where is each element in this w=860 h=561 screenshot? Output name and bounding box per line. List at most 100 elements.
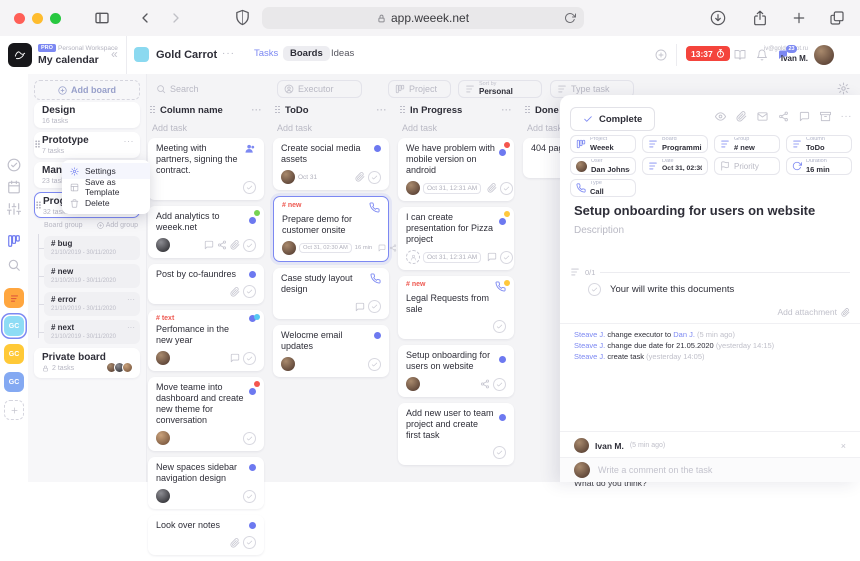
column-header[interactable]: In Progress ··· bbox=[398, 103, 514, 117]
add-attachment-button[interactable]: Add attachment bbox=[777, 307, 850, 317]
complete-check-icon[interactable] bbox=[243, 181, 256, 194]
board-settings-icon[interactable] bbox=[837, 82, 850, 95]
unassigned-avatar-icon[interactable] bbox=[406, 250, 420, 264]
subtask-item[interactable]: Your will write this documents bbox=[588, 283, 734, 296]
complete-check-icon[interactable] bbox=[243, 285, 256, 298]
workspace-avatar-yellow[interactable]: GC bbox=[4, 344, 24, 364]
close-icon[interactable]: × bbox=[841, 441, 846, 451]
filters-sliders-icon[interactable] bbox=[7, 202, 21, 216]
knowledge-base-icon[interactable] bbox=[734, 49, 746, 61]
subtasks-icon[interactable] bbox=[570, 267, 580, 277]
workspace-avatar-cyan[interactable]: GC bbox=[4, 316, 24, 336]
complete-task-button[interactable]: Complete bbox=[570, 107, 655, 131]
group-more-icon[interactable]: ··· bbox=[127, 323, 135, 332]
task-card[interactable]: Setup onboarding for users on website bbox=[398, 345, 514, 397]
boards-icon[interactable] bbox=[7, 234, 21, 248]
group-more-icon[interactable]: ··· bbox=[127, 295, 135, 304]
share-page-icon[interactable] bbox=[752, 10, 768, 26]
add-board-button[interactable]: Add board bbox=[34, 80, 140, 100]
comment-icon[interactable] bbox=[378, 244, 386, 252]
task-card[interactable]: Look over notes bbox=[148, 515, 264, 555]
workspace-avatar-blue[interactable]: GC bbox=[4, 372, 24, 392]
my-calendar-label[interactable]: My calendar bbox=[38, 54, 99, 66]
drag-handle-icon[interactable] bbox=[36, 201, 41, 209]
task-card[interactable]: Add new user to team project and create … bbox=[398, 403, 514, 465]
tab-overview-icon[interactable] bbox=[829, 10, 845, 26]
share-icon[interactable] bbox=[778, 111, 789, 122]
collapse-sidebar-icon[interactable]: « bbox=[111, 47, 118, 61]
complete-check-icon[interactable] bbox=[493, 378, 506, 391]
complete-check-icon[interactable] bbox=[243, 239, 256, 252]
add-group-button[interactable]: Add group bbox=[97, 222, 138, 229]
archive-icon[interactable] bbox=[820, 111, 831, 122]
zoom-window-button[interactable] bbox=[50, 13, 61, 24]
field-group[interactable]: Group # new bbox=[714, 135, 780, 153]
tab-tasks[interactable]: Tasks bbox=[254, 48, 278, 59]
task-card[interactable]: I can create presentation for Pizza proj… bbox=[398, 207, 514, 270]
board-more-icon[interactable]: ··· bbox=[124, 136, 135, 146]
project-more-icon[interactable]: ··· bbox=[222, 48, 235, 59]
complete-check-icon[interactable] bbox=[243, 536, 256, 549]
new-tab-icon[interactable] bbox=[791, 10, 807, 26]
whats-new-icon[interactable] bbox=[4, 288, 24, 308]
comments-icon[interactable] bbox=[799, 111, 810, 122]
task-card[interactable]: Post by co-faundres bbox=[148, 264, 264, 304]
reload-icon[interactable] bbox=[564, 12, 576, 24]
complete-check-icon[interactable] bbox=[368, 300, 381, 313]
menu-item-save-as-template[interactable]: Save as Template bbox=[62, 179, 150, 195]
add-workspace-button[interactable] bbox=[4, 400, 24, 420]
drag-handle-icon[interactable] bbox=[525, 106, 531, 115]
timer-badge[interactable]: 13:37 bbox=[686, 46, 730, 61]
field-priority[interactable]: Priority bbox=[714, 157, 780, 175]
task-card[interactable]: # new Legal Requests from sale bbox=[398, 276, 514, 339]
task-card[interactable]: Welocme email updates bbox=[273, 325, 389, 377]
drag-handle-icon[interactable] bbox=[150, 106, 156, 115]
task-card[interactable]: Meeting with partners, signing the contr… bbox=[148, 138, 264, 200]
complete-check-icon[interactable] bbox=[500, 182, 513, 195]
field-user[interactable]: User Dan Johnson bbox=[570, 157, 636, 175]
field-duration[interactable]: Duration 16 min bbox=[786, 157, 852, 175]
privacy-shield-icon[interactable] bbox=[234, 9, 251, 26]
task-card[interactable]: We have problem with mobile version on a… bbox=[398, 138, 514, 201]
add-member-icon[interactable] bbox=[655, 49, 667, 61]
group-item-bug[interactable]: # bug 21/10/2019 - 30/11/2020 bbox=[44, 236, 140, 260]
board-item-design[interactable]: Design 16 tasks bbox=[34, 102, 140, 128]
board-item-prototype[interactable]: Prototype 7 tasks ··· bbox=[34, 132, 140, 158]
sort-by-select[interactable]: Sort by Personal bbox=[458, 80, 542, 98]
subtask-check-icon[interactable] bbox=[588, 283, 601, 296]
forward-icon[interactable] bbox=[168, 10, 184, 26]
search-icon[interactable] bbox=[7, 258, 21, 272]
column-more-icon[interactable]: ··· bbox=[252, 105, 263, 115]
complete-check-icon[interactable] bbox=[500, 251, 513, 264]
task-detail-title[interactable]: Setup onboarding for users on website bbox=[574, 203, 815, 218]
task-card[interactable]: New spaces sidebar navigation design bbox=[148, 457, 264, 509]
comment-icon[interactable] bbox=[355, 302, 365, 312]
add-task-input[interactable]: Add task bbox=[273, 117, 389, 138]
group-item-next[interactable]: # next 21/10/2019 - 30/11/2020 ··· bbox=[44, 320, 140, 344]
complete-check-icon[interactable] bbox=[243, 490, 256, 503]
watch-task-icon[interactable] bbox=[715, 111, 726, 122]
field-date[interactable]: Date Oct 31, 02:30 AM bbox=[642, 157, 708, 175]
comment-input[interactable]: Write a comment on the task bbox=[560, 457, 860, 482]
task-card[interactable]: # text Perfomance in the new year bbox=[148, 310, 264, 371]
workspace-logo[interactable] bbox=[8, 43, 32, 67]
complete-check-icon[interactable] bbox=[368, 171, 381, 184]
more-icon[interactable]: ··· bbox=[841, 111, 853, 122]
group-item-new[interactable]: # new 21/10/2019 - 30/11/2020 bbox=[44, 264, 140, 288]
column-more-icon[interactable]: ··· bbox=[502, 105, 513, 115]
add-task-input[interactable]: Add task bbox=[148, 117, 264, 138]
complete-check-icon[interactable] bbox=[243, 432, 256, 445]
drag-handle-icon[interactable] bbox=[400, 106, 406, 115]
executor-filter[interactable]: Executor bbox=[277, 80, 362, 98]
field-column[interactable]: Column ToDo bbox=[786, 135, 852, 153]
tab-boards[interactable]: Boards bbox=[283, 46, 330, 61]
attach-icon[interactable] bbox=[230, 538, 240, 548]
field-board[interactable]: Board Programming bbox=[642, 135, 708, 153]
attach-icon[interactable] bbox=[355, 172, 365, 182]
board-item-private[interactable]: Private board 2 tasks bbox=[34, 348, 140, 378]
user-avatar[interactable] bbox=[814, 45, 834, 65]
task-card-selected[interactable]: # new Prepare demo for customer onsite O… bbox=[273, 196, 389, 262]
complete-check-icon[interactable] bbox=[493, 320, 506, 333]
task-card[interactable]: Create social media assets Oct 31 bbox=[273, 138, 389, 190]
task-card[interactable]: Move teame into dashboard and create new… bbox=[148, 377, 264, 451]
